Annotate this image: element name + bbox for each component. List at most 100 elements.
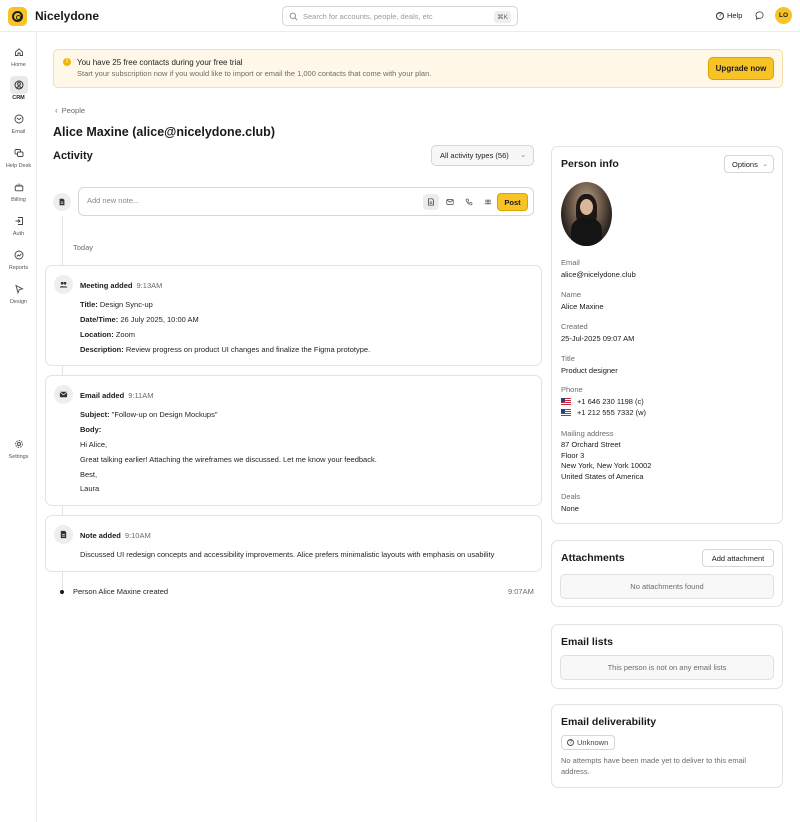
email-label: Email bbox=[561, 258, 580, 267]
name-label: Name bbox=[561, 290, 582, 299]
meeting-title-line: Title: Design Sync-up bbox=[80, 300, 153, 309]
help-label: Help bbox=[727, 11, 743, 20]
chat-icon[interactable] bbox=[755, 11, 764, 20]
activity-type-label: Email added 9:11AM bbox=[80, 391, 154, 400]
sidebar-item-billing[interactable]: Billing bbox=[0, 178, 37, 203]
app-logo[interactable] bbox=[8, 7, 27, 26]
person-info-title: Person info bbox=[561, 158, 619, 170]
help-button[interactable]: ? Help bbox=[716, 11, 742, 20]
note-text: Discussed UI redesign concepts and acces… bbox=[80, 550, 495, 559]
created-value: 25-Jul-2025 09:07 AM bbox=[561, 334, 635, 343]
email-activity-card: Email added 9:11AM Subject: "Follow-up on… bbox=[45, 375, 542, 506]
sidebar-item-reports[interactable]: Reports bbox=[0, 246, 37, 271]
us-flag-icon bbox=[561, 408, 571, 416]
meeting-icon bbox=[484, 199, 492, 205]
activity-time: 9:13AM bbox=[136, 281, 163, 290]
email-value[interactable]: alice@nicelydone.club bbox=[561, 270, 636, 281]
address-label: Mailing address bbox=[561, 429, 614, 438]
sidebar: Home CRM Email Help Desk Billing Auth Re… bbox=[0, 32, 37, 822]
chevron-down-icon: ⌄ bbox=[520, 152, 526, 159]
phone-number[interactable]: +1 212 555 7332 (w) bbox=[561, 408, 646, 419]
note-icon bbox=[54, 525, 73, 544]
call-type-button[interactable] bbox=[461, 194, 477, 210]
chevron-left-icon: ‹ bbox=[55, 106, 58, 115]
top-bar: Nicelydone ⌘K ? Help LO bbox=[0, 0, 800, 32]
design-icon bbox=[14, 284, 24, 294]
phone-icon bbox=[465, 198, 473, 206]
note-icon bbox=[53, 193, 71, 211]
person-created-time: 9:07AM bbox=[508, 587, 534, 596]
chevron-down-icon: ⌄ bbox=[762, 161, 768, 168]
help-icon: ? bbox=[716, 11, 724, 20]
person-info-panel: Person info Options ⌄ Email alice@nicely… bbox=[551, 146, 783, 524]
breadcrumb-people[interactable]: People bbox=[62, 106, 85, 115]
email-body-line: Hi Alice, bbox=[80, 440, 108, 449]
sidebar-item-home[interactable]: Home bbox=[0, 43, 37, 68]
email-lists-panel: Email lists This person is not on any em… bbox=[551, 624, 783, 689]
attachments-title: Attachments bbox=[561, 552, 625, 564]
upgrade-button[interactable]: Upgrade now bbox=[708, 57, 774, 80]
activity-type-label: Note added 9:10AM bbox=[80, 531, 151, 540]
email-deliverability-title: Email deliverability bbox=[561, 716, 657, 728]
question-icon: ? bbox=[567, 739, 574, 746]
auth-icon bbox=[15, 217, 23, 225]
settings-icon bbox=[14, 440, 23, 448]
sidebar-item-email[interactable]: Email bbox=[0, 110, 37, 135]
add-attachment-button[interactable]: Add attachment bbox=[702, 549, 774, 567]
email-body-line: Best, bbox=[80, 470, 98, 479]
deliverability-text: No attempts have been made yet to delive… bbox=[561, 756, 747, 776]
timeline-dot bbox=[60, 590, 64, 594]
date-group-label: Today bbox=[73, 243, 94, 252]
warning-icon: ! bbox=[63, 58, 71, 66]
activity-filter-label: All activity types (56) bbox=[440, 151, 509, 160]
email-lists-empty-state: This person is not on any email lists bbox=[560, 655, 774, 680]
name-value: Alice Maxine bbox=[561, 302, 604, 311]
person-created-event: Person Alice Maxine created bbox=[73, 587, 169, 596]
address-value: 87 Orchard Street Floor 3 New York, New … bbox=[561, 440, 652, 481]
deliverability-status-badge: ? Unknown bbox=[561, 735, 616, 750]
attachments-panel: Attachments Add attachment No attachment… bbox=[551, 540, 783, 607]
sidebar-item-auth[interactable]: Auth bbox=[0, 212, 37, 237]
mail-icon bbox=[446, 199, 454, 205]
email-icon bbox=[14, 114, 23, 124]
search-shortcut: ⌘K bbox=[494, 11, 511, 23]
sidebar-item-help-desk[interactable]: Help Desk bbox=[0, 144, 37, 169]
meeting-icon bbox=[54, 275, 73, 294]
deals-value: None bbox=[561, 504, 579, 513]
post-button[interactable]: Post bbox=[497, 193, 528, 211]
email-type-button[interactable] bbox=[442, 194, 458, 210]
attachments-empty-state: No attachments found bbox=[560, 574, 774, 599]
meeting-activity-card: Meeting added 9:13AM Title: Design Sync-u… bbox=[45, 265, 542, 366]
breadcrumb[interactable]: ‹ People bbox=[55, 106, 85, 115]
activity-time: 9:10AM bbox=[124, 531, 151, 540]
help-desk-icon bbox=[14, 149, 23, 157]
sidebar-item-crm[interactable]: CRM bbox=[0, 76, 37, 101]
us-flag-icon bbox=[561, 398, 571, 405]
email-body-line: Laura bbox=[80, 484, 100, 493]
person-photo bbox=[561, 182, 612, 246]
meeting-location-line: Location: Zoom bbox=[80, 330, 136, 339]
note-type-button[interactable] bbox=[423, 194, 439, 210]
note-input[interactable] bbox=[87, 196, 407, 205]
search-box[interactable]: ⌘K bbox=[282, 6, 518, 26]
note-activity-card: Note added 9:10AM Discussed UI redesign c… bbox=[45, 515, 542, 572]
email-subject-line: Subject: "Follow-up on Design Mockups" bbox=[80, 410, 218, 419]
created-label: Created bbox=[561, 322, 588, 331]
phone-number[interactable]: +1 646 230 1198 (c) bbox=[561, 397, 646, 408]
banner-title: You have 25 free contacts during your fr… bbox=[77, 58, 243, 67]
search-input[interactable] bbox=[303, 11, 493, 21]
activity-type-label: Meeting added 9:13AM bbox=[80, 281, 163, 290]
trial-banner: ! You have 25 free contacts during your … bbox=[53, 49, 783, 88]
title-label: Title bbox=[561, 354, 575, 363]
meeting-type-button[interactable] bbox=[480, 194, 496, 210]
banner-text: Start your subscription now if you would… bbox=[77, 69, 432, 78]
sidebar-item-design[interactable]: Design bbox=[0, 280, 37, 305]
sidebar-item-settings[interactable]: Settings bbox=[0, 435, 37, 460]
user-avatar[interactable]: LO bbox=[775, 7, 792, 24]
meeting-datetime-line: Date/Time: 26 July 2025, 10:00 AM bbox=[80, 315, 199, 324]
activity-type-filter[interactable]: All activity types (56) ⌄ bbox=[431, 145, 534, 166]
options-button[interactable]: Options ⌄ bbox=[724, 155, 774, 173]
reports-icon bbox=[14, 250, 23, 260]
billing-icon bbox=[14, 183, 23, 192]
page-title: Alice Maxine (alice@nicelydone.club) bbox=[53, 125, 275, 139]
